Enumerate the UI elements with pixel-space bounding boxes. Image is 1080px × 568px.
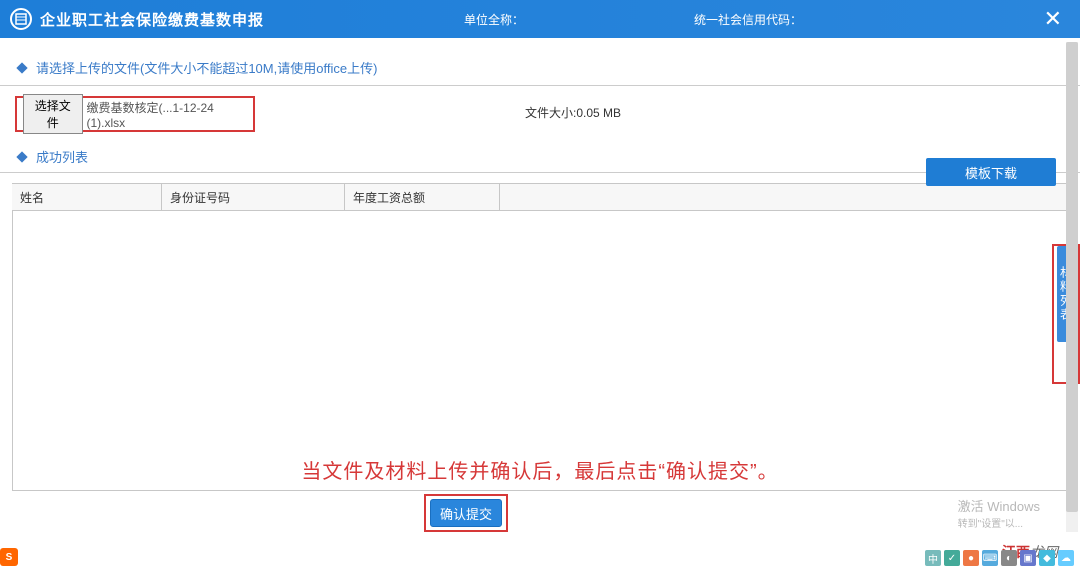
app-icon (10, 8, 32, 30)
section-upload-label: 请选择上传的文件(文件大小不能超过10M,请使用office上传) (36, 58, 377, 77)
col-name: 姓名 (12, 184, 162, 210)
windows-activation-watermark: 激活 Windows 转到"设置"以... (958, 496, 1040, 530)
section-success-header: 成功列表 (0, 141, 1080, 173)
col-idcard: 身份证号码 (162, 184, 345, 210)
system-tray: 中 ✓ ● ⌨ ◐ ▣ ◆ ☁ (925, 550, 1074, 566)
tray-icon[interactable]: ☁ (1058, 550, 1074, 566)
submit-highlight: 确认提交 (424, 494, 508, 532)
tray-icon[interactable]: ◐ (1001, 550, 1017, 566)
col-empty (500, 184, 1068, 210)
choose-file-button[interactable]: 选择文件 (23, 94, 83, 134)
file-upload-box: 选择文件 缴费基数核定(...1-12-24 (1).xlsx (15, 96, 255, 132)
vertical-scrollbar[interactable] (1066, 42, 1078, 532)
tray-icon[interactable]: ⌨ (982, 550, 998, 566)
scrollbar-thumb[interactable] (1066, 42, 1078, 512)
unit-label: 单位全称： (464, 11, 524, 28)
section-upload-header: 请选择上传的文件(文件大小不能超过10M,请使用office上传) (0, 50, 1080, 86)
taskbar-s-icon[interactable]: S (0, 548, 18, 566)
col-salary: 年度工资总额 (345, 184, 500, 210)
file-size-text: 文件大小:0.05 MB (525, 104, 621, 121)
tray-icon[interactable]: ● (963, 550, 979, 566)
tray-icon[interactable]: ▣ (1020, 550, 1036, 566)
win-line1: 激活 Windows (958, 496, 1040, 515)
diamond-icon (16, 151, 27, 162)
tray-icon[interactable]: ◆ (1039, 550, 1055, 566)
tray-icon[interactable]: 中 (925, 550, 941, 566)
table-header-row: 姓名 身份证号码 年度工资总额 (12, 183, 1068, 211)
selected-filename: 缴费基数核定(...1-12-24 (1).xlsx (87, 99, 248, 130)
diamond-icon (16, 62, 27, 73)
page-title: 企业职工社会保险缴费基数申报 (40, 9, 264, 30)
section-success-label: 成功列表 (36, 147, 88, 166)
page-header: 企业职工社会保险缴费基数申报 单位全称： 统一社会信用代码： ✕ (0, 0, 1080, 38)
close-icon[interactable]: ✕ (1036, 6, 1070, 32)
win-line2: 转到"设置"以... (958, 515, 1040, 530)
instruction-text: 当文件及材料上传并确认后，最后点击“确认提交”。 (0, 455, 1080, 484)
tray-icon[interactable]: ✓ (944, 550, 960, 566)
template-download-button[interactable]: 模板下载 (926, 158, 1056, 186)
credit-code-label: 统一社会信用代码： (694, 11, 802, 28)
confirm-submit-button[interactable]: 确认提交 (430, 499, 502, 527)
header-info: 单位全称： 统一社会信用代码： (464, 11, 802, 28)
table-body (12, 211, 1068, 491)
